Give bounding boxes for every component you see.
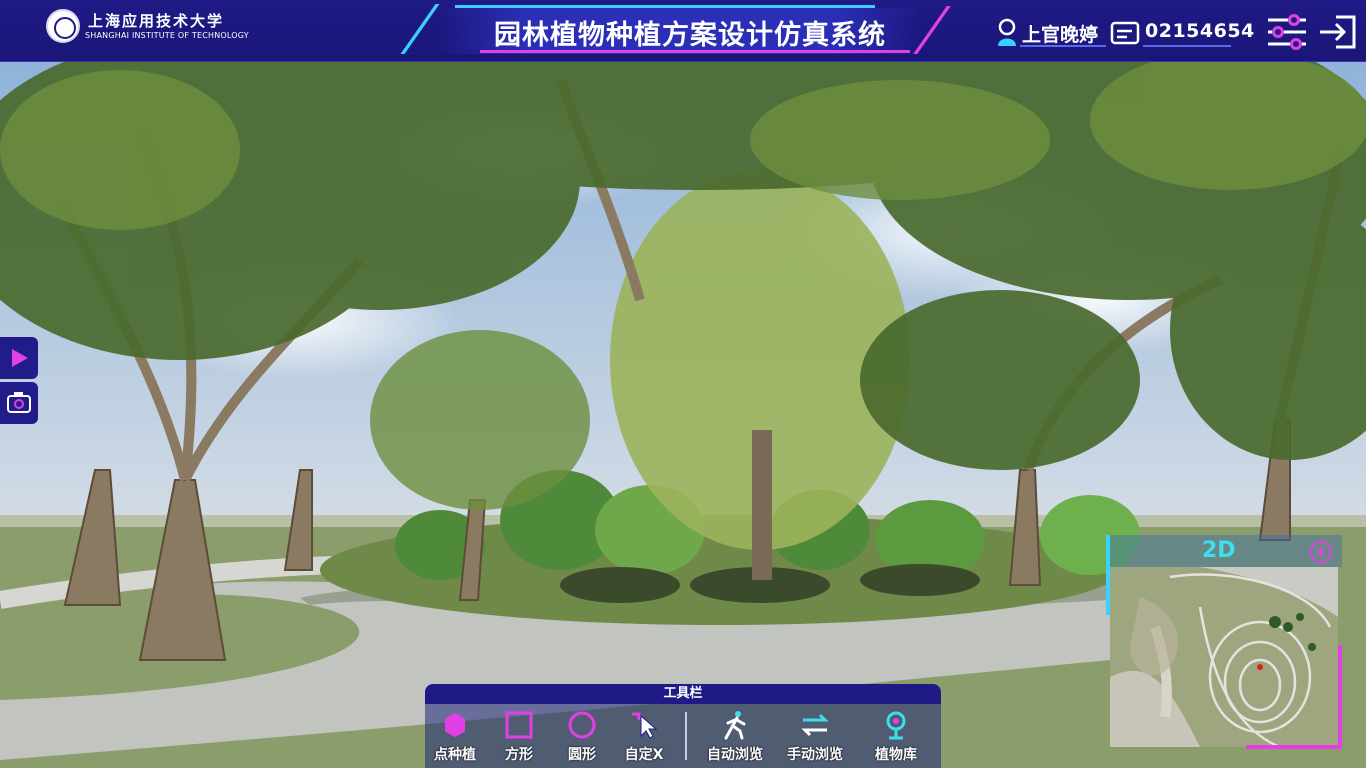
tool-label: 圆形 — [568, 747, 596, 763]
minimap-map[interactable] — [1110, 567, 1338, 747]
school-name-cn: 上海应用技术大学 — [88, 12, 225, 30]
swap-arrows-icon — [801, 713, 829, 737]
app-title: 园林植物种植方案设计仿真系统 — [494, 20, 886, 51]
user-name: 上官晚婷 — [1022, 24, 1099, 46]
camera-icon — [7, 392, 31, 413]
tool-manual-browse[interactable]: 手动浏览 — [780, 708, 850, 766]
tool-label: 点种植 — [434, 747, 476, 763]
point-plant-icon — [445, 713, 465, 737]
minimap-frame-magenta-right — [1338, 645, 1342, 749]
id-card-icon — [1110, 21, 1140, 45]
tool-square[interactable]: 方形 — [484, 708, 554, 766]
tool-label: 方形 — [505, 747, 533, 763]
toolbar-panel: 工具栏 点种植 方形 圆形 自定X 自动浏览 手动浏览 植物库 — [425, 684, 941, 768]
tool-point-plant[interactable]: 点种植 — [420, 708, 490, 766]
minimap-frame-magenta-bottom — [1246, 745, 1342, 749]
user-id-underline — [1143, 45, 1231, 47]
walking-person-icon — [724, 711, 746, 740]
sliders-settings-icon[interactable] — [1266, 14, 1308, 50]
tool-label: 植物库 — [875, 747, 917, 763]
minimap-frame-cyan — [1106, 535, 1110, 615]
play-icon — [12, 349, 28, 367]
tool-plant-library[interactable]: 植物库 — [861, 708, 931, 766]
title-line-cyan — [455, 5, 875, 8]
tool-label: 自动浏览 — [707, 747, 763, 763]
circle-icon — [568, 711, 596, 739]
university-logo — [46, 9, 80, 43]
tree-library-icon — [886, 711, 906, 740]
tool-label: 手动浏览 — [787, 747, 843, 763]
zoom-in-icon[interactable] — [1310, 541, 1332, 563]
camera-button[interactable] — [0, 382, 38, 424]
user-icon — [998, 18, 1016, 46]
toolbar-separator — [685, 712, 687, 760]
tool-auto-browse[interactable]: 自动浏览 — [700, 708, 770, 766]
custom-select-icon — [632, 712, 658, 739]
logout-icon[interactable] — [1318, 14, 1358, 50]
tool-circle[interactable]: 圆形 — [547, 708, 617, 766]
minimap-render — [1110, 567, 1338, 747]
user-id: 02154654 — [1145, 20, 1255, 42]
toolbar-title: 工具栏 — [425, 684, 941, 704]
school-name-en: SHANGHAI INSTITUTE OF TECHNOLOGY — [85, 31, 249, 40]
play-button[interactable] — [0, 337, 38, 379]
tool-custom[interactable]: 自定X — [609, 708, 679, 766]
minimap-panel: 2D — [1106, 535, 1342, 749]
minimap-mode-toggle[interactable]: 2D — [1202, 538, 1236, 563]
top-header-bar: 上海应用技术大学 SHANGHAI INSTITUTE OF TECHNOLOG… — [0, 0, 1366, 62]
tool-label: 自定X — [624, 747, 664, 763]
user-name-underline — [1020, 45, 1106, 47]
square-icon — [505, 711, 533, 739]
